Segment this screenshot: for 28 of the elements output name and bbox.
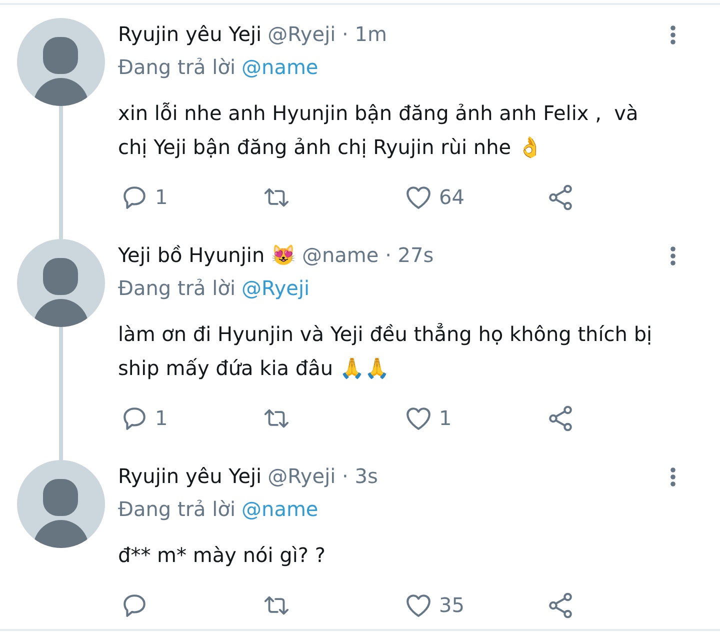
like-button[interactable]: 64 bbox=[402, 180, 464, 214]
author-name: Yeji bồ Hyunjin 😻 bbox=[118, 242, 296, 269]
avatar-icon[interactable] bbox=[17, 18, 105, 106]
tweet-text: làm ơn đi Hyunjin và Yeji đều thẳng họ không thích bị ship mấy đứa kia đâu 🙏🙏 bbox=[118, 321, 654, 382]
author-name: Ryujin yêu Yeji bbox=[118, 463, 262, 490]
handle-and-time: @name · 27s bbox=[302, 243, 434, 267]
mention-link[interactable]: @Ryeji bbox=[242, 276, 310, 300]
mention-link[interactable]: @name bbox=[242, 497, 318, 521]
handle-and-time: @Ryeji · 3s bbox=[268, 464, 378, 488]
speech-bubble-icon bbox=[121, 184, 148, 210]
speech-bubble-icon bbox=[121, 404, 148, 432]
avatar-icon[interactable] bbox=[17, 460, 105, 548]
tweet-text: đ** m* mày nói gì? ? bbox=[118, 542, 326, 569]
heart-icon bbox=[405, 404, 432, 432]
reply-button[interactable]: 1 bbox=[118, 180, 168, 214]
tweet-text: xin lỗi nhe anh Hyunjin bận đăng ảnh anh Felix , và chị Yeji bận đăng ảnh chị Ryujin rùi nhe 👌 bbox=[118, 100, 640, 161]
heart-icon bbox=[405, 184, 432, 210]
heart-icon bbox=[405, 592, 432, 618]
reply-button[interactable]: 1 bbox=[118, 401, 168, 435]
avatar-icon[interactable] bbox=[17, 239, 105, 327]
like-button[interactable]: 35 bbox=[402, 588, 464, 622]
replying-to-label: Đang trả lời bbox=[118, 55, 236, 79]
replying-to-label: Đang trả lời bbox=[118, 497, 236, 521]
replying-to-label: Đang trả lời bbox=[118, 276, 236, 300]
like-button[interactable]: 1 bbox=[402, 401, 452, 435]
author-name: Ryujin yêu Yeji bbox=[118, 21, 262, 48]
handle-and-time: @Ryeji · 1m bbox=[268, 22, 387, 46]
mention-link[interactable]: @name bbox=[242, 55, 318, 79]
